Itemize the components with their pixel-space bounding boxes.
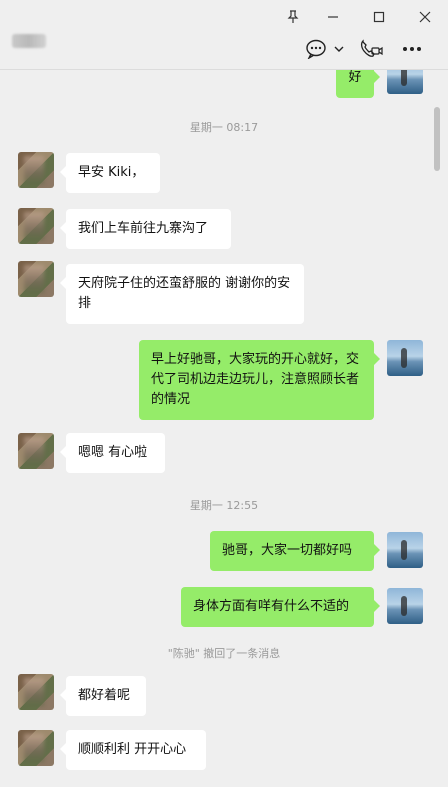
maximize-icon[interactable] [364, 6, 394, 28]
message-bubble-in[interactable]: 顺顺利利 开开心心 [60, 730, 206, 770]
video-call-icon[interactable] [358, 36, 384, 62]
friend-avatar[interactable] [18, 152, 54, 188]
message-list[interactable]: 好 星期一 08:17 早安 Kiki， 我们上车前往九寨沟了 天府院子住的还蛮… [0, 70, 448, 787]
self-avatar[interactable] [387, 70, 423, 94]
self-avatar[interactable] [387, 532, 423, 568]
message-bubble-in[interactable]: 我们上车前往九寨沟了 [60, 209, 231, 249]
message-bubble-out[interactable]: 早上好驰哥，大家玩的开心就好，交代了司机边走边玩儿，注意照顾长者的情况 [139, 340, 380, 420]
close-icon[interactable] [410, 6, 440, 28]
friend-avatar[interactable] [18, 261, 54, 297]
timestamp: 星期一 12:55 [189, 499, 259, 512]
timestamp: 星期一 08:17 [189, 121, 259, 134]
message-bubble-in[interactable]: 天府院子住的还蛮舒服的 谢谢你的安排 [60, 264, 304, 324]
title-bar [0, 0, 448, 70]
minimize-icon[interactable] [318, 6, 348, 28]
message-bubble-out[interactable]: 身体方面有咩有什么不适的 [181, 587, 380, 627]
scrollbar-thumb[interactable] [434, 107, 440, 171]
message-bubble-out[interactable]: 驰哥，大家一切都好吗 [210, 531, 380, 571]
pin-icon[interactable] [278, 6, 308, 28]
contact-name-blurred [12, 34, 46, 48]
self-avatar[interactable] [387, 340, 423, 376]
message-bubble-in[interactable]: 早安 Kiki， [60, 153, 160, 193]
chevron-down-icon[interactable] [332, 36, 346, 62]
recall-notice: "陈驰" 撤回了一条消息 [167, 647, 281, 660]
friend-avatar[interactable] [18, 730, 54, 766]
message-bubble-in[interactable]: 嗯嗯 有心啦 [60, 433, 165, 473]
friend-avatar[interactable] [18, 433, 54, 469]
more-icon[interactable] [400, 36, 424, 62]
message-bubble-in[interactable]: 都好着呢 [60, 676, 146, 716]
friend-avatar[interactable] [18, 208, 54, 244]
self-avatar[interactable] [387, 588, 423, 624]
friend-avatar[interactable] [18, 674, 54, 710]
message-bubble-out[interactable]: 好 [336, 70, 380, 98]
chat-bubble-icon[interactable] [304, 36, 328, 62]
